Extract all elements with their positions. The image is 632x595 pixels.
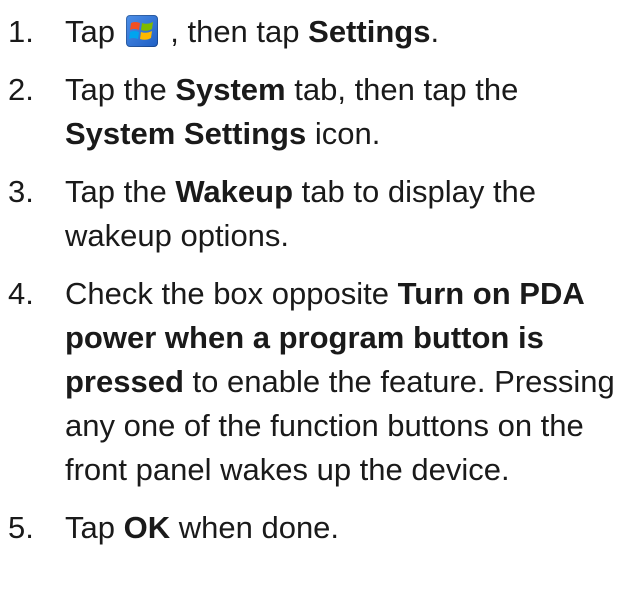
step-number: 5. bbox=[8, 510, 34, 545]
step-emphasis: OK bbox=[123, 510, 171, 545]
step-emphasis: Wakeup bbox=[175, 174, 294, 209]
step-text: Tap bbox=[65, 510, 115, 545]
step-text: when done. bbox=[178, 510, 340, 545]
step-text: Tap bbox=[65, 14, 115, 49]
step-number: 3. bbox=[8, 174, 34, 209]
step-5: 5. Tap OK when done. bbox=[0, 506, 632, 550]
step-2: 2. Tap the System tab, then tap the Syst… bbox=[0, 68, 632, 156]
step-number: 2. bbox=[8, 72, 34, 107]
step-emphasis: System Settings bbox=[65, 116, 307, 151]
instruction-steps: 1. Tap , then tap Settings. 2. Tap the S… bbox=[0, 10, 632, 550]
windows-start-icon bbox=[125, 15, 158, 47]
step-emphasis: Settings bbox=[308, 14, 431, 49]
step-3: 3. Tap the Wakeup tab to display the wak… bbox=[0, 170, 632, 258]
step-text: . bbox=[430, 14, 440, 49]
step-text: Tap the bbox=[65, 174, 167, 209]
step-1: 1. Tap , then tap Settings. bbox=[0, 10, 632, 54]
windows-flag-icon bbox=[128, 22, 153, 40]
step-text: tab, then tap the bbox=[294, 72, 519, 107]
step-4: 4. Check the box opposite Turn on PDA po… bbox=[0, 272, 632, 492]
step-text: Tap the bbox=[65, 72, 167, 107]
step-text: Check the box opposite bbox=[65, 276, 389, 311]
step-number: 4. bbox=[8, 276, 34, 311]
step-emphasis: System bbox=[175, 72, 286, 107]
step-number: 1. bbox=[8, 14, 34, 49]
step-text: , then tap bbox=[170, 14, 300, 49]
step-text: icon. bbox=[314, 116, 381, 151]
